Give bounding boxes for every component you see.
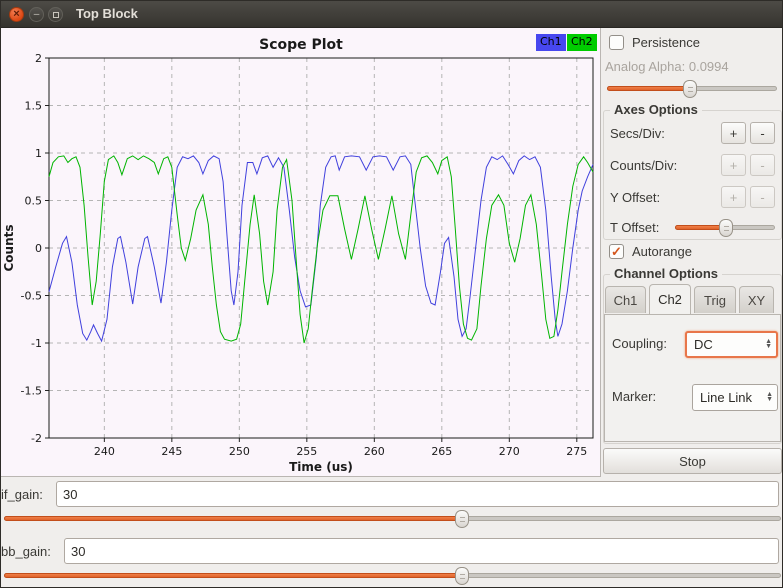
slider-fill: [4, 516, 463, 521]
scope-figure: 240 245 250 255 260 265 270 275 2 1.5 1 0.5 0 -0.5 -1 -…: [1, 28, 601, 477]
svg-text:2: 2: [35, 52, 42, 65]
counts-div-label: Counts/Div:: [610, 157, 678, 173]
svg-text:Time (us): Time (us): [289, 460, 353, 474]
svg-text:-2: -2: [31, 432, 42, 445]
svg-text:0.5: 0.5: [25, 195, 43, 208]
stop-button[interactable]: Stop: [603, 448, 782, 474]
channel-options-group: Channel Options Ch1 Ch2 Trig XY Coupling…: [603, 266, 782, 444]
channel-tab-panel: Coupling: DC ▲ ▼ Marker: Line Link ▲ ▼: [604, 314, 781, 442]
marker-label: Marker:: [612, 389, 657, 404]
svg-text:Counts: Counts: [2, 224, 16, 271]
counts-div-minus-button[interactable]: -: [750, 154, 775, 176]
persistence-checkbox[interactable]: [609, 35, 624, 50]
secs-div-label: Secs/Div:: [610, 125, 665, 141]
tab-ch1[interactable]: Ch1: [605, 286, 646, 313]
app-window: × – Top Block 240 245 250 255 260 265 270 275 2 1…: [0, 0, 783, 588]
window-title: Top Block: [76, 6, 138, 21]
tab-trig[interactable]: Trig: [694, 286, 736, 313]
t-offset-row: T Offset:: [610, 215, 775, 239]
legend-ch1: Ch1: [536, 34, 566, 51]
titlebar: × – Top Block: [1, 1, 782, 28]
axes-options-group: Axes Options Secs/Div: + - Counts/Div: +…: [603, 102, 782, 240]
svg-text:0: 0: [35, 242, 42, 255]
svg-text:-1.5: -1.5: [21, 385, 42, 398]
svg-text:240: 240: [94, 445, 115, 458]
analog-alpha-slider[interactable]: [607, 80, 777, 98]
slider-fill: [607, 86, 691, 91]
y-offset-minus-button[interactable]: -: [750, 186, 775, 208]
tab-ch2[interactable]: Ch2: [649, 284, 691, 314]
t-offset-label: T Offset:: [610, 219, 660, 235]
svg-text:265: 265: [431, 445, 452, 458]
spinner-arrows-icon[interactable]: ▲ ▼: [766, 385, 773, 410]
secs-div-row: Secs/Div: + -: [610, 121, 775, 145]
svg-text:250: 250: [229, 445, 250, 458]
scope-plot-svg: 240 245 250 255 260 265 270 275 2 1.5 1 0.5 0 -0.5 -1 -…: [2, 37, 594, 474]
y-offset-row: Y Offset: + -: [610, 185, 775, 209]
minimize-button[interactable]: –: [29, 7, 44, 22]
svg-text:-1: -1: [31, 337, 42, 350]
axes-options-title: Axes Options: [610, 102, 702, 117]
secs-div-minus-button[interactable]: -: [750, 122, 775, 144]
coupling-label: Coupling:: [612, 336, 667, 351]
counts-div-row: Counts/Div: + -: [610, 153, 775, 177]
bb-gain-slider[interactable]: [4, 567, 781, 585]
autorange-checkbox-row[interactable]: ✓ Autorange: [609, 244, 692, 259]
slider-handle[interactable]: [719, 218, 733, 237]
slider-handle[interactable]: [683, 80, 698, 98]
if-gain-input[interactable]: [56, 481, 779, 507]
svg-text:275: 275: [566, 445, 587, 458]
persistence-checkbox-row[interactable]: Persistence: [609, 35, 700, 50]
variable-controls: if_gain: bb_gain:: [1, 477, 782, 587]
autorange-label: Autorange: [632, 244, 692, 259]
tab-xy[interactable]: XY: [739, 286, 774, 313]
t-offset-slider[interactable]: [675, 218, 775, 237]
coupling-combo[interactable]: DC ▲ ▼: [685, 331, 778, 358]
spinner-arrows-icon[interactable]: ▲ ▼: [765, 333, 772, 356]
if-gain-label: if_gain:: [1, 487, 43, 502]
channel-options-title: Channel Options: [610, 266, 722, 281]
secs-div-plus-button[interactable]: +: [721, 122, 746, 144]
marker-value: Line Link: [700, 390, 753, 405]
channel-tabs: Ch1 Ch2 Trig XY: [605, 284, 780, 316]
svg-text:270: 270: [499, 445, 520, 458]
svg-text:Scope Plot: Scope Plot: [259, 37, 343, 53]
persistence-label: Persistence: [632, 35, 700, 50]
coupling-value: DC: [694, 337, 713, 352]
counts-div-plus-button[interactable]: +: [721, 154, 746, 176]
autorange-checkbox[interactable]: ✓: [609, 244, 624, 259]
svg-text:1.5: 1.5: [25, 100, 43, 113]
svg-text:260: 260: [364, 445, 385, 458]
bb-gain-label: bb_gain:: [1, 544, 51, 559]
close-button[interactable]: ×: [9, 7, 24, 22]
slider-handle[interactable]: [455, 567, 470, 585]
maximize-button[interactable]: [48, 7, 63, 22]
bb-gain-input[interactable]: [64, 538, 779, 564]
slider-handle[interactable]: [455, 510, 470, 528]
svg-text:255: 255: [296, 445, 317, 458]
y-offset-plus-button[interactable]: +: [721, 186, 746, 208]
analog-alpha-label: Analog Alpha: 0.0994: [605, 59, 729, 74]
slider-fill: [4, 573, 463, 578]
svg-text:-0.5: -0.5: [21, 290, 42, 303]
legend-ch2: Ch2: [567, 34, 597, 51]
svg-text:245: 245: [161, 445, 182, 458]
y-offset-label: Y Offset:: [610, 189, 661, 205]
svg-text:1: 1: [35, 147, 42, 160]
maximize-icon: [52, 11, 59, 18]
marker-combo[interactable]: Line Link ▲ ▼: [692, 384, 778, 411]
close-icon: ×: [13, 8, 20, 20]
minimize-icon: –: [33, 8, 40, 20]
control-panel: Persistence Analog Alpha: 0.0994 Axes Op…: [601, 28, 782, 477]
if-gain-slider[interactable]: [4, 510, 781, 528]
